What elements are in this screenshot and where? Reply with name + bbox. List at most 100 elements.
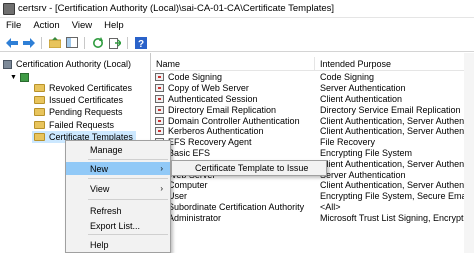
menu-bar: File Action View Help: [0, 18, 474, 33]
intended-purpose: Client Authentication, Server Authentic.…: [320, 158, 474, 169]
table-row[interactable]: Basic EFS Encrypting File System: [152, 148, 474, 159]
template-name-cell: Kerberos Authentication: [155, 126, 264, 136]
show-tree-icon[interactable]: [65, 36, 78, 49]
menu-item-help[interactable]: Help: [66, 238, 170, 251]
menu-item-label: New: [90, 163, 109, 174]
submenu-item-certificate-template-to-issue[interactable]: Certificate Template to Issue: [172, 163, 308, 173]
folder-icon: [34, 133, 45, 141]
tree-item-pending[interactable]: Pending Requests: [34, 106, 123, 118]
intended-purpose: Client Authentication, Server Authentic.…: [320, 180, 474, 191]
column-header-name[interactable]: Name: [152, 57, 315, 70]
menu-item-new[interactable]: New ›: [66, 162, 170, 175]
tree-ca-node[interactable]: ▼: [10, 71, 33, 83]
new-submenu: Certificate Template to Issue: [171, 160, 327, 176]
back-icon[interactable]: [5, 36, 18, 49]
export-icon[interactable]: [108, 36, 121, 49]
template-name-cell: Code Signing: [155, 72, 222, 82]
title-bar: certsrv - [Certification Authority (Loca…: [0, 0, 474, 18]
toolbar-separator: [41, 36, 42, 49]
menu-item-refresh[interactable]: Refresh: [66, 204, 170, 217]
table-row[interactable]: User Encrypting File System, Secure Email…: [152, 191, 474, 202]
toolbar: ?: [0, 34, 474, 52]
template-name: Domain Controller Authentication: [168, 115, 300, 126]
tree-item-label: Failed Requests: [49, 120, 115, 130]
ca-server-icon: [19, 72, 29, 82]
menu-separator: [88, 199, 168, 200]
folder-icon: [34, 121, 45, 129]
template-name: Authenticated Session: [168, 93, 258, 104]
vertical-scrollbar[interactable]: [464, 53, 474, 253]
template-name: Code Signing: [168, 72, 223, 83]
tree-item-label: Pending Requests: [49, 107, 123, 117]
intended-purpose: Microsoft Trust List Signing, Encrypting…: [320, 212, 474, 223]
up-folder-icon[interactable]: [48, 36, 61, 49]
table-row[interactable]: Administrator Microsoft Trust List Signin…: [152, 212, 474, 223]
intended-purpose: Server Authentication: [320, 83, 406, 94]
tree-item-label: Issued Certificates: [49, 95, 124, 105]
menu-item-label: Refresh: [90, 205, 122, 216]
tree-item-label: Revoked Certificates: [49, 83, 133, 93]
refresh-icon[interactable]: [91, 36, 104, 49]
intended-purpose: Code Signing: [320, 72, 375, 83]
table-row[interactable]: Computer Client Authentication, Server Au…: [152, 180, 474, 191]
intended-purpose: Client Authentication, Server Authentic.…: [320, 126, 474, 137]
menu-item-label: Manage: [90, 144, 123, 155]
table-row[interactable]: Authenticated Session Client Authenticati…: [152, 94, 474, 105]
template-name-cell: Subordinate Certification Authority: [155, 202, 304, 212]
menu-help[interactable]: Help: [98, 20, 130, 31]
submenu-arrow-icon: ›: [160, 184, 163, 193]
menu-item-label: View: [90, 183, 110, 194]
template-name: Directory Email Replication: [168, 104, 277, 115]
menu-item-label: Help: [90, 239, 109, 250]
menu-file[interactable]: File: [0, 20, 27, 31]
certificate-template-icon: [155, 73, 164, 82]
template-name: Subordinate Certification Authority: [168, 201, 305, 212]
tree-item-issued[interactable]: Issued Certificates: [34, 94, 123, 106]
menu-item-view[interactable]: View ›: [66, 182, 170, 195]
menu-item-export-list[interactable]: Export List...: [66, 219, 170, 232]
template-name-cell: Copy of Web Server: [155, 83, 249, 93]
ca-root-icon: [3, 59, 12, 69]
table-row[interactable]: Domain Controller Authentication Client A…: [152, 115, 474, 126]
tree-item-revoked[interactable]: Revoked Certificates: [34, 82, 132, 94]
column-header-purpose[interactable]: Intended Purpose: [315, 57, 474, 70]
menu-item-manage[interactable]: Manage: [66, 143, 170, 156]
template-name: Administrator: [168, 212, 222, 223]
table-row[interactable]: Subordinate Certification Authority <All>: [152, 202, 474, 213]
menu-item-label: Export List...: [90, 220, 141, 231]
table-row[interactable]: Directory Email Replication Directory Ser…: [152, 104, 474, 115]
submenu-arrow-icon: ›: [160, 164, 163, 173]
forward-icon[interactable]: [22, 36, 35, 49]
menu-separator: [88, 159, 168, 160]
intended-purpose: Client Authentication: [320, 93, 403, 104]
template-name: Basic EFS: [168, 147, 211, 158]
table-row[interactable]: EFS Recovery Agent File Recovery: [152, 137, 474, 148]
menu-separator: [88, 234, 168, 235]
table-row[interactable]: Copy of Web Server Server Authentication: [152, 83, 474, 94]
folder-icon: [34, 84, 45, 92]
toolbar-separator: [127, 36, 128, 49]
template-name: Computer: [168, 180, 208, 191]
intended-purpose: File Recovery: [320, 137, 376, 148]
intended-purpose: <All>: [320, 201, 341, 212]
intended-purpose: Server Authentication: [320, 169, 406, 180]
intended-purpose: Client Authentication, Server Authentic.…: [320, 115, 474, 126]
list-header: Name Intended Purpose: [152, 57, 474, 71]
svg-text:?: ?: [137, 39, 143, 49]
intended-purpose: Encrypting File System: [320, 147, 413, 158]
certificate-template-icon: [155, 94, 164, 103]
folder-icon: [34, 108, 45, 116]
certificate-template-icon: [155, 84, 164, 93]
expand-chevron-icon[interactable]: ▼: [10, 74, 17, 81]
template-list: Name Intended Purpose Code Signing Code S…: [152, 53, 474, 253]
context-menu: Manage New › View › Refresh Export List.…: [65, 140, 171, 253]
tree-root[interactable]: Certification Authority (Local): [3, 58, 131, 70]
menu-action[interactable]: Action: [27, 20, 65, 31]
table-row[interactable]: Code Signing Code Signing: [152, 72, 474, 83]
intended-purpose: Encrypting File System, Secure Email, Cl…: [320, 191, 474, 202]
folder-icon: [34, 96, 45, 104]
tree-item-failed[interactable]: Failed Requests: [34, 119, 114, 131]
menu-view[interactable]: View: [66, 20, 98, 31]
help-icon[interactable]: ?: [134, 36, 147, 49]
table-row[interactable]: Kerberos Authentication Client Authentica…: [152, 126, 474, 137]
